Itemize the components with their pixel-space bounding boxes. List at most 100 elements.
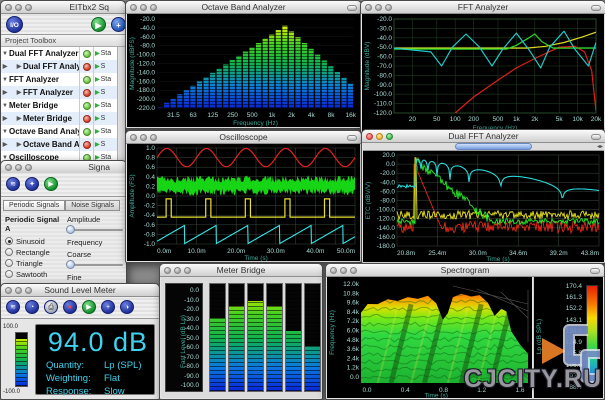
toolbar-toggle-icon[interactable] bbox=[347, 135, 357, 141]
recording-dot-icon[interactable] bbox=[83, 89, 91, 97]
minimize-icon[interactable] bbox=[375, 4, 382, 11]
radio-rectangle[interactable] bbox=[5, 248, 13, 256]
toolbox-row[interactable]: ▼FFT Analyzer▶Sta bbox=[1, 73, 117, 86]
slm-titlebar[interactable]: Sound Level Meter bbox=[1, 284, 159, 297]
radio-sinusoid[interactable] bbox=[5, 237, 13, 245]
close-icon[interactable] bbox=[5, 4, 12, 11]
slm-field-row: Weighting:Flat bbox=[36, 371, 154, 384]
scrollbar-thumb[interactable] bbox=[455, 143, 532, 150]
record-icon[interactable]: ● bbox=[63, 300, 77, 314]
close-icon[interactable] bbox=[130, 4, 137, 11]
enabled-dot-icon[interactable] bbox=[83, 128, 91, 136]
chevron-right-icon[interactable]: ▶ bbox=[1, 89, 9, 96]
window-title: Spectrogram bbox=[441, 265, 490, 275]
close-icon[interactable] bbox=[130, 134, 137, 141]
play-icon[interactable]: ▶ bbox=[44, 177, 58, 191]
mb-titlebar[interactable]: Meter Bridge bbox=[160, 264, 322, 277]
tab-periodic-signals[interactable]: Periodic Signals bbox=[3, 200, 65, 211]
dualfft-scrollbar[interactable]: ◂▸ bbox=[363, 143, 604, 151]
scrollbar-arrows[interactable]: ◂▸ bbox=[597, 143, 603, 151]
toolbar-toggle-icon[interactable] bbox=[590, 268, 600, 274]
add-icon[interactable]: + bbox=[101, 300, 115, 314]
svg-text:-60.0: -60.0 bbox=[380, 188, 395, 195]
toolbox-row[interactable]: ▼Octave Band Analyzer▶Sta bbox=[1, 125, 117, 138]
toolbar-toggle-icon[interactable] bbox=[347, 5, 357, 11]
enabled-dot-icon[interactable] bbox=[83, 76, 91, 84]
config-icon[interactable]: ✦ bbox=[25, 177, 39, 191]
play-icon[interactable]: ▶ bbox=[82, 300, 96, 314]
zoom-icon[interactable] bbox=[25, 287, 32, 294]
enabled-dot-icon[interactable] bbox=[83, 50, 91, 58]
zoom-icon[interactable] bbox=[150, 4, 157, 11]
scope-titlebar[interactable]: Oscilloscope bbox=[126, 131, 361, 144]
dualfft-titlebar[interactable]: Dual FFT Analyzer bbox=[362, 130, 605, 143]
run-arrow-icon[interactable]: ▶ bbox=[95, 141, 100, 148]
run-arrow-icon[interactable]: ▶ bbox=[95, 63, 100, 70]
chevron-right-icon[interactable]: ▶ bbox=[1, 141, 9, 148]
minimize-icon[interactable] bbox=[140, 134, 147, 141]
zoom-icon[interactable] bbox=[386, 133, 393, 140]
run-arrow-icon[interactable]: ▶ bbox=[95, 115, 100, 122]
toolbox-row[interactable]: ▼Meter Bridge▶Sta bbox=[1, 99, 117, 112]
toolbox-row[interactable]: ▶▶Octave Band Analyzer▶S bbox=[1, 138, 117, 151]
chevron-right-icon[interactable]: ▶ bbox=[1, 115, 9, 122]
run-arrow-icon[interactable]: ▶ bbox=[95, 50, 100, 57]
level-meter bbox=[304, 283, 321, 392]
run-arrow-icon[interactable]: ▶ bbox=[95, 102, 100, 109]
chevron-down-icon[interactable]: ▼ bbox=[1, 77, 9, 83]
toolbox-titlebar[interactable]: EITbx2 Sq bbox=[1, 1, 125, 14]
fft-titlebar[interactable]: FFT Analyzer bbox=[361, 1, 605, 14]
zoom-icon[interactable] bbox=[350, 267, 357, 274]
run-arrow-icon[interactable]: ▶ bbox=[95, 89, 100, 96]
close-icon[interactable] bbox=[365, 4, 372, 11]
zoom-icon[interactable] bbox=[25, 4, 32, 11]
radio-triangle[interactable] bbox=[5, 259, 13, 267]
chevron-right-icon[interactable]: ▶ bbox=[1, 63, 9, 70]
minimize-icon[interactable] bbox=[340, 267, 347, 274]
tab-noise-signals[interactable]: Noise Signals bbox=[65, 200, 120, 211]
chevron-down-icon[interactable]: ▼ bbox=[1, 103, 9, 109]
close-icon[interactable] bbox=[164, 267, 171, 274]
radio-sawtooth[interactable] bbox=[5, 270, 13, 278]
toolbox-row[interactable]: ▼Dual FFT Analyzer▶Sta bbox=[1, 47, 117, 60]
run-arrow-icon[interactable]: ▶ bbox=[95, 128, 100, 135]
toolbar-toggle-icon[interactable] bbox=[591, 5, 601, 11]
recording-dot-icon[interactable] bbox=[83, 141, 91, 149]
minimize-icon[interactable] bbox=[15, 164, 22, 171]
close-icon[interactable] bbox=[5, 164, 12, 171]
octave-titlebar[interactable]: Octave Band Analyzer bbox=[126, 1, 361, 14]
play-button[interactable]: ▶ bbox=[91, 17, 106, 32]
recording-dot-icon[interactable] bbox=[83, 63, 91, 71]
close-icon[interactable] bbox=[330, 267, 337, 274]
zoom-icon[interactable] bbox=[385, 4, 392, 11]
close-icon[interactable] bbox=[5, 287, 12, 294]
zoom-icon[interactable] bbox=[150, 134, 157, 141]
recording-dot-icon[interactable] bbox=[83, 115, 91, 123]
waveform-icon[interactable]: ≋ bbox=[6, 300, 20, 314]
chevron-down-icon[interactable]: ▼ bbox=[1, 129, 9, 135]
run-arrow-icon[interactable]: ▶ bbox=[95, 76, 100, 83]
toolbar-toggle-icon[interactable] bbox=[591, 134, 601, 140]
minimize-icon[interactable] bbox=[174, 267, 181, 274]
minimize-icon[interactable] bbox=[15, 287, 22, 294]
coarse-slider[interactable] bbox=[67, 260, 123, 270]
minimize-icon[interactable] bbox=[15, 4, 22, 11]
toolbox-row[interactable]: ▶▶FFT Analyzer▶S bbox=[1, 86, 117, 99]
toolbox-row[interactable]: ▶▶Meter Bridge▶S bbox=[1, 112, 117, 125]
minimize-icon[interactable] bbox=[140, 4, 147, 11]
amplitude-slider[interactable] bbox=[67, 225, 123, 235]
close-icon[interactable] bbox=[366, 133, 373, 140]
zoom-icon[interactable] bbox=[184, 267, 191, 274]
printer-icon[interactable]: ⎙ bbox=[44, 300, 58, 314]
gauge-icon[interactable]: ◑ bbox=[120, 300, 134, 314]
toolbox-row[interactable]: ▶▶Dual FFT Analyzer▶S bbox=[1, 60, 117, 73]
chevron-down-icon[interactable]: ▼ bbox=[1, 51, 9, 57]
minimize-icon[interactable] bbox=[376, 133, 383, 140]
io-button[interactable]: I/O bbox=[6, 16, 23, 33]
zoom-icon[interactable] bbox=[25, 164, 32, 171]
dial-icon[interactable]: ◔ bbox=[25, 300, 39, 314]
enabled-dot-icon[interactable] bbox=[83, 102, 91, 110]
waveform-icon[interactable]: ≋ bbox=[6, 177, 20, 191]
spectro-titlebar[interactable]: Spectrogram bbox=[326, 264, 604, 277]
add-tool-button[interactable]: + bbox=[111, 17, 126, 32]
